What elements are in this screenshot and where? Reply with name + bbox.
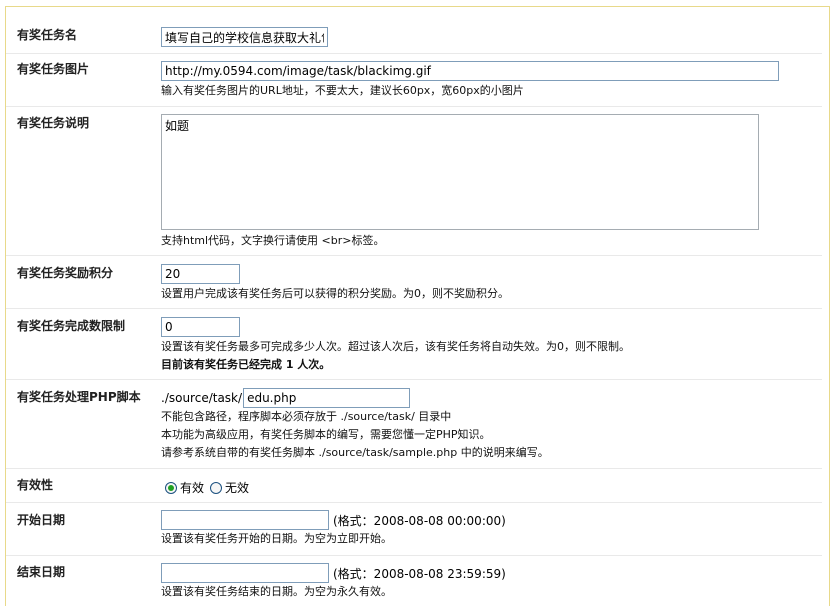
row-task-description: 有奖任务说明 如题 支持html代码，文字换行请使用 <br>标签。 bbox=[6, 107, 822, 256]
start-date-format: (格式：2008-08-08 00:00:00) bbox=[333, 513, 506, 528]
task-start-control: (格式：2008-08-08 00:00:00) bbox=[161, 510, 506, 530]
validity-radio-group: 有效 无效 bbox=[165, 479, 255, 496]
row-task-reward: 有奖任务奖励积分 设置用户完成该有奖任务后可以获得的积分奖励。为0，则不奖励积分… bbox=[6, 256, 822, 309]
task-limit-status: 目前该有奖任务已经完成 1 人次。 bbox=[161, 358, 331, 371]
task-script-hint-sample: 请参考系统自带的有奖任务脚本 ./source/task/sample.php … bbox=[161, 446, 549, 459]
start-date-input[interactable] bbox=[161, 510, 329, 530]
task-description-hint: 支持html代码，文字换行请使用 <br>标签。 bbox=[161, 234, 385, 247]
task-reward-label: 有奖任务奖励积分 bbox=[17, 266, 114, 280]
task-description-textarea[interactable]: 如题 bbox=[161, 114, 759, 230]
row-task-validity: 有效性 有效 无效 bbox=[6, 469, 822, 503]
task-image-url-input[interactable] bbox=[161, 61, 779, 81]
validity-valid-label: 有效 bbox=[180, 481, 205, 495]
task-limit-label: 有奖任务完成数限制 bbox=[17, 319, 126, 333]
end-date-input[interactable] bbox=[161, 563, 329, 583]
task-end-hint: 设置该有奖任务结束的日期。为空为永久有效。 bbox=[161, 585, 392, 598]
row-task-limit: 有奖任务完成数限制 设置该有奖任务最多可完成多少人次。超过该人次后，该有奖任务将… bbox=[6, 309, 822, 380]
row-task-name: 有奖任务名 bbox=[6, 20, 822, 54]
task-end-control: (格式：2008-08-08 23:59:59) bbox=[161, 563, 506, 583]
task-name-input[interactable] bbox=[161, 27, 328, 47]
row-task-script: 有奖任务处理PHP脚本 ./source/task/ 不能包含路径，程序脚本必须… bbox=[6, 380, 822, 469]
task-script-hint-advanced: 本功能为高级应用，有奖任务脚本的编写，需要您懂一定PHP知识。 bbox=[161, 428, 491, 441]
task-reward-hint: 设置用户完成该有奖任务后可以获得的积分奖励。为0，则不奖励积分。 bbox=[161, 287, 509, 300]
task-description-label: 有奖任务说明 bbox=[17, 116, 90, 130]
task-limit-input[interactable] bbox=[161, 317, 240, 337]
radio-unchecked-icon[interactable] bbox=[210, 481, 223, 494]
task-start-hint: 设置该有奖任务开始的日期。为空为立即开始。 bbox=[161, 532, 392, 545]
task-image-hint: 输入有奖任务图片的URL地址，不要太大，建议长60px，宽60px的小图片 bbox=[161, 84, 524, 97]
validity-invalid-label: 无效 bbox=[225, 481, 250, 495]
task-image-label: 有奖任务图片 bbox=[17, 62, 90, 76]
row-task-end: 结束日期 (格式：2008-08-08 23:59:59) 设置该有奖任务结束的… bbox=[6, 556, 822, 608]
task-validity-label: 有效性 bbox=[17, 478, 54, 492]
task-end-label: 结束日期 bbox=[17, 565, 66, 579]
task-script-hint-path: 不能包含路径，程序脚本必须存放于 ./source/task/ 目录中 bbox=[161, 410, 452, 423]
validity-option-invalid[interactable]: 无效 bbox=[210, 479, 249, 496]
task-script-label: 有奖任务处理PHP脚本 bbox=[17, 390, 141, 404]
task-name-label: 有奖任务名 bbox=[17, 28, 78, 42]
radio-checked-icon[interactable] bbox=[165, 481, 177, 494]
task-script-input[interactable] bbox=[243, 388, 411, 408]
end-date-format: (格式：2008-08-08 23:59:59) bbox=[333, 566, 506, 581]
task-start-label: 开始日期 bbox=[17, 513, 66, 527]
task-limit-hint: 设置该有奖任务最多可完成多少人次。超过该人次后，该有奖任务将自动失效。为0，则不… bbox=[161, 340, 630, 353]
row-task-start: 开始日期 (格式：2008-08-08 00:00:00) 设置该有奖任务开始的… bbox=[6, 503, 822, 556]
row-task-image: 有奖任务图片 输入有奖任务图片的URL地址，不要太大，建议长60px，宽60px… bbox=[6, 54, 822, 107]
task-script-control: ./source/task/ bbox=[161, 388, 411, 408]
task-script-prefix: ./source/task/ bbox=[161, 391, 243, 405]
validity-option-valid[interactable]: 有效 bbox=[165, 479, 204, 496]
task-reward-input[interactable] bbox=[161, 264, 240, 284]
